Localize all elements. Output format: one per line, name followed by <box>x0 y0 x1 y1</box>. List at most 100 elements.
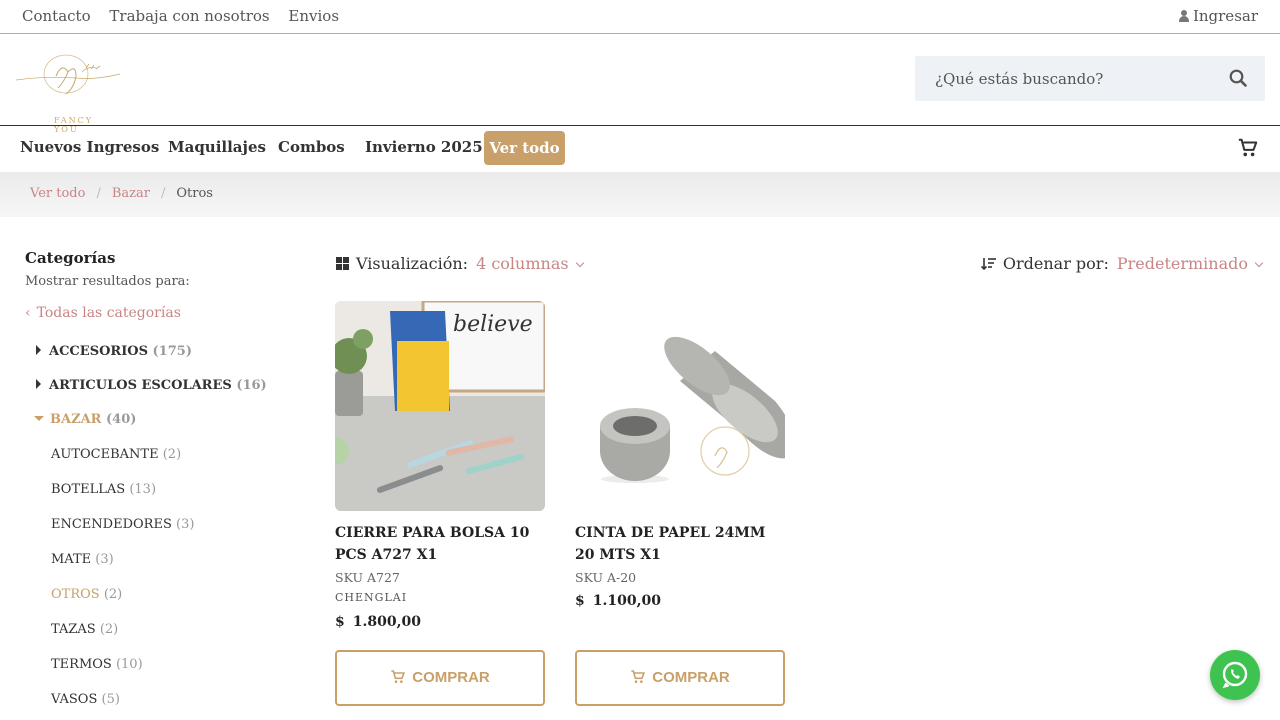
search-input[interactable] <box>915 56 1215 101</box>
product-image[interactable] <box>575 301 785 511</box>
category-label: ACCESORIOS <box>49 344 148 359</box>
nav-item-invierno-2025[interactable]: Invierno 2025 <box>365 138 483 156</box>
product-card: CINTA DE PAPEL 24MM 20 MTS X1 SKU A-20 $… <box>575 301 785 609</box>
breadcrumb-current: Otros <box>176 186 213 201</box>
view-label: Visualización: <box>356 254 469 273</box>
subcategory-tazas[interactable]: TAZAS (2) <box>51 622 118 637</box>
search-icon[interactable] <box>1229 69 1247 87</box>
subcategory-otros[interactable]: OTROS (2) <box>51 587 122 602</box>
view-dropdown[interactable]: 4 columnas <box>476 254 584 273</box>
category-label: TERMOS <box>51 657 112 672</box>
sort-selector: Ordenar por: Predeterminado <box>980 254 1264 273</box>
sort-label: Ordenar por: <box>1002 254 1109 273</box>
category-label: TAZAS <box>51 622 96 637</box>
category-label: VASOS <box>51 692 98 707</box>
breadcrumb-bazar[interactable]: Bazar <box>112 186 150 201</box>
chevron-left-icon: ‹ <box>25 305 31 321</box>
breadcrumb-separator: / <box>160 186 166 201</box>
category-count: (2) <box>162 447 182 462</box>
category-count: (2) <box>103 587 123 602</box>
subcategory-mate[interactable]: MATE (3) <box>51 552 114 567</box>
category-count: (3) <box>95 552 114 567</box>
price-currency: $ <box>335 614 345 630</box>
cart-plus-icon <box>631 670 646 683</box>
category-count: (2) <box>99 622 119 637</box>
category-label: BAZAR <box>50 412 102 427</box>
category-label: BOTELLAS <box>51 482 126 497</box>
top-bar: Contacto Trabaja con nosotros Envios Ing… <box>0 0 1280 34</box>
product-sku: SKU A-20 <box>575 570 637 585</box>
logo-mark <box>15 54 121 95</box>
sort-icon <box>980 258 996 270</box>
view-selector: Visualización: 4 columnas <box>336 254 584 273</box>
category-label: ENCENDEDORES <box>51 517 172 532</box>
buy-label: COMPRAR <box>652 669 730 686</box>
category-label: AUTOCEBANTE <box>51 447 159 462</box>
chevron-down-icon <box>575 258 584 268</box>
product-price: $1.800,00 <box>335 614 545 630</box>
login-label: Ingresar <box>1192 7 1258 25</box>
price-value: 1.100,00 <box>592 593 661 609</box>
subcategory-vasos[interactable]: VASOS (5) <box>51 692 120 707</box>
category-label: OTROS <box>51 587 100 602</box>
chevron-down-icon <box>1254 258 1264 268</box>
category-accesorios[interactable]: ACCESORIOS (175) <box>36 344 192 359</box>
nav-item-maquillajes[interactable]: Maquillajes <box>168 138 266 156</box>
price-value: 1.800,00 <box>352 614 421 630</box>
category-bazar[interactable]: BAZAR (40) <box>34 412 136 427</box>
product-image[interactable]: believe <box>335 301 545 511</box>
category-count: (40) <box>106 412 137 427</box>
product-sku: SKU A727 <box>335 570 400 585</box>
subcategory-botellas[interactable]: BOTELLAS (13) <box>51 482 156 497</box>
view-value: 4 columnas <box>476 254 569 273</box>
breadcrumb-ver-todo[interactable]: Ver todo <box>30 186 85 201</box>
category-count: (5) <box>101 692 120 707</box>
subcategory-encendedores[interactable]: ENCENDEDORES (3) <box>51 517 194 532</box>
product-name[interactable]: CIERRE PARA BOLSA 10 PCS A727 X1 <box>335 522 545 566</box>
category-count: (3) <box>176 517 195 532</box>
product-name[interactable]: CINTA DE PAPEL 24MM 20 MTS X1 <box>575 522 785 566</box>
breadcrumb: Ver todo / Bazar / Otros <box>30 186 213 201</box>
header: FANCY YOU <box>0 34 1280 134</box>
login-link[interactable]: Ingresar <box>1178 7 1258 25</box>
buy-button[interactable]: COMPRAR <box>575 650 785 706</box>
product-brand: CHENGLAI <box>335 591 408 604</box>
subcategory-termos[interactable]: TERMOS (10) <box>51 657 143 672</box>
category-label: ARTICULOS ESCOLARES <box>49 378 232 393</box>
all-categories-label: Todas las categorías <box>36 305 181 321</box>
price-currency: $ <box>575 593 585 609</box>
all-categories-link[interactable]: ‹ Todas las categorías <box>25 305 181 321</box>
sidebar-subtitle: Mostrar resultados para: <box>25 274 190 289</box>
product-card: believe CIERRE PARA BOLSA 10 PCS A727 X1… <box>335 301 545 630</box>
category-count: (10) <box>115 657 143 672</box>
caret-right-icon <box>36 345 41 355</box>
grid-icon <box>336 257 349 270</box>
caret-right-icon <box>36 379 41 389</box>
sort-value: Predeterminado <box>1116 254 1248 273</box>
cart-icon[interactable] <box>1237 137 1259 159</box>
nav-item-combos[interactable]: Combos <box>278 138 345 156</box>
search-bar <box>915 56 1265 101</box>
product-price: $1.100,00 <box>575 593 785 609</box>
nav-item-nuevos-ingresos[interactable]: Nuevos Ingresos <box>20 138 159 156</box>
category-label: MATE <box>51 552 92 567</box>
category-articulos-escolares[interactable]: ARTICULOS ESCOLARES (16) <box>36 378 267 393</box>
contact-link[interactable]: Contacto <box>22 7 91 25</box>
category-count: (16) <box>236 378 267 393</box>
product-image-lettering: believe <box>453 312 533 337</box>
top-links: Contacto Trabaja con nosotros Envios <box>22 7 353 25</box>
nav-item-ver-todo[interactable]: Ver todo <box>484 131 565 165</box>
sidebar-title: Categorías <box>25 249 116 267</box>
whatsapp-button[interactable] <box>1210 650 1260 700</box>
cart-plus-icon <box>391 670 406 683</box>
user-icon <box>1178 10 1189 22</box>
buy-button[interactable]: COMPRAR <box>335 650 545 706</box>
buy-label: COMPRAR <box>412 669 490 686</box>
category-count: (13) <box>129 482 157 497</box>
subcategory-autocebante[interactable]: AUTOCEBANTE (2) <box>51 447 181 462</box>
jobs-link[interactable]: Trabaja con nosotros <box>109 7 269 25</box>
main-nav: Nuevos Ingresos Maquillajes Combos Invie… <box>0 126 1280 172</box>
logo[interactable]: FANCY YOU <box>15 54 121 134</box>
shipping-link[interactable]: Envios <box>288 7 339 25</box>
sort-dropdown[interactable]: Predeterminado <box>1116 254 1264 273</box>
